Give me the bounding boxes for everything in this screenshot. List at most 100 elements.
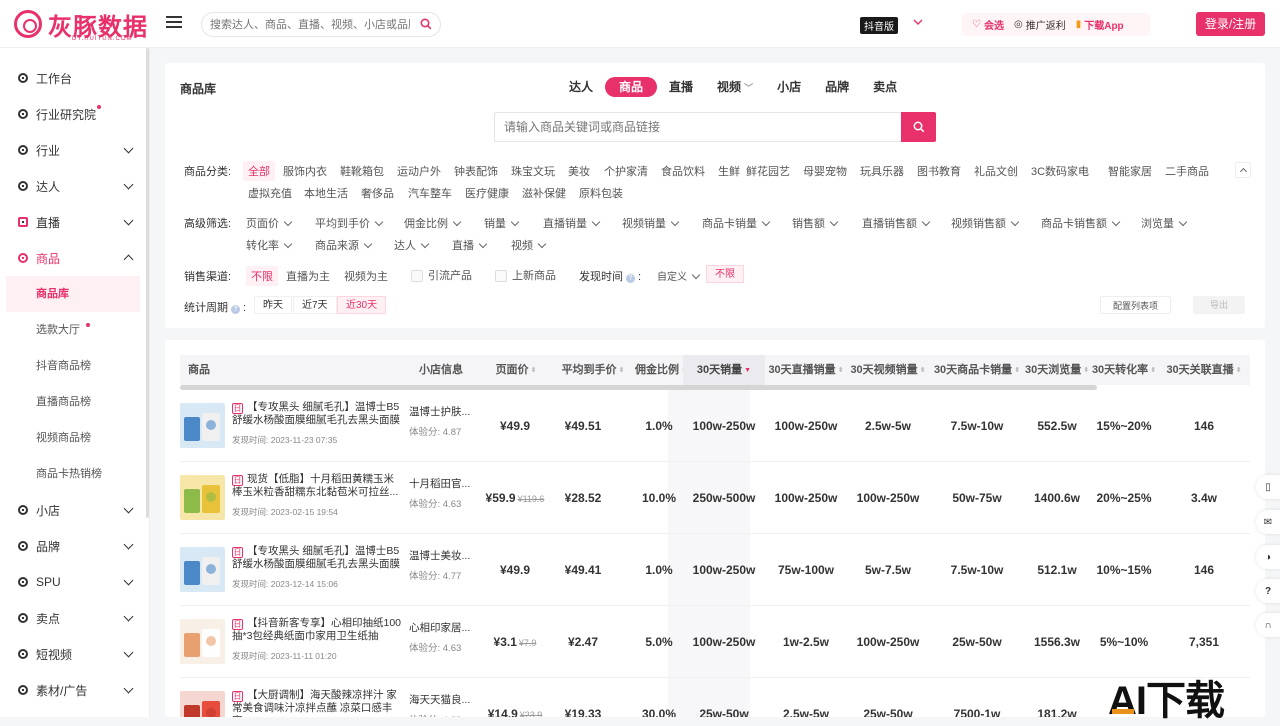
shop-name[interactable]: 海天天猫良... bbox=[409, 692, 475, 707]
category-chip[interactable]: 美妆 bbox=[568, 163, 590, 179]
category-chip[interactable]: 滋补保健 bbox=[522, 185, 566, 201]
category-chip[interactable]: 食品饮料 bbox=[661, 163, 705, 179]
sidebar-sub-douyin-rank[interactable]: 抖音商品榜 bbox=[0, 348, 150, 384]
period-yesterday[interactable]: 昨天 bbox=[254, 296, 292, 314]
category-chip[interactable]: 本地生活 bbox=[304, 185, 348, 201]
export-button[interactable]: 导出 bbox=[1193, 296, 1246, 314]
advanced-filter-dropdown[interactable]: 页面价 bbox=[246, 215, 291, 231]
sidebar-item-selling-point[interactable]: 卖点 bbox=[0, 600, 150, 636]
sidebar-item-research[interactable]: 行业研究院 bbox=[0, 96, 150, 132]
shop-name[interactable]: 心相印家居... bbox=[409, 620, 475, 635]
mail-icon[interactable]: ✉ bbox=[1256, 510, 1280, 534]
tab-video[interactable]: 视频 ﹀ bbox=[705, 77, 765, 97]
shop-name[interactable]: 温博士美妆... bbox=[409, 548, 475, 563]
category-chip[interactable]: 全部 bbox=[243, 161, 275, 181]
search-icon[interactable] bbox=[420, 18, 432, 33]
column-header[interactable]: 30天销量 ▼ bbox=[683, 355, 765, 385]
sidebar-item-industry[interactable]: 行业 bbox=[0, 132, 150, 168]
checkbox[interactable] bbox=[411, 270, 423, 283]
advanced-filter-dropdown[interactable]: 转化率 bbox=[246, 237, 291, 253]
check-traffic[interactable]: 引流产品 bbox=[411, 267, 472, 283]
sidebar-sub-video-rank[interactable]: 视频商品榜 bbox=[0, 420, 150, 456]
sidebar-item-spu[interactable]: SPU bbox=[0, 564, 150, 600]
category-chip[interactable]: 3C数码家电 bbox=[1031, 163, 1089, 179]
tab-live[interactable]: 直播 bbox=[657, 77, 705, 97]
tab-selling-point[interactable]: 卖点 bbox=[861, 77, 909, 97]
table-row[interactable]: 日【专攻黑头 细腻毛孔】温博士B5舒缓水杨酸面膜细腻毛孔去黑头面膜 发现时间: 2… bbox=[180, 390, 1250, 462]
chevron-down-icon[interactable] bbox=[913, 16, 923, 30]
checkbox[interactable] bbox=[495, 270, 507, 283]
advanced-filter-dropdown[interactable]: 销售额 bbox=[792, 215, 837, 231]
column-header[interactable]: 30天视频销量 ⬍ bbox=[847, 355, 929, 385]
category-chip[interactable]: 鲜花园艺 bbox=[746, 163, 790, 179]
category-chip[interactable]: 奢侈品 bbox=[361, 185, 394, 201]
product-name[interactable]: 日【专攻黑头 细腻毛孔】温博士B5舒缓水杨酸面膜细腻毛孔去黑头面膜 bbox=[232, 401, 402, 429]
advanced-filter-dropdown[interactable]: 直播 bbox=[452, 237, 486, 253]
tab-influencer[interactable]: 达人 bbox=[557, 77, 605, 97]
sort-icon[interactable]: ⬍ bbox=[838, 367, 844, 374]
product-name[interactable]: 日现货【低脂】十月稻田黄糯玉米棒玉米粒香甜糯东北黏苞米可拉丝... bbox=[232, 473, 402, 501]
product-image[interactable] bbox=[180, 691, 225, 717]
sidebar-item-influencer[interactable]: 达人 bbox=[0, 168, 150, 204]
sidebar-sub-live-rank[interactable]: 直播商品榜 bbox=[0, 384, 150, 420]
found-unlimited[interactable]: 不限 bbox=[706, 265, 744, 283]
advanced-filter-dropdown[interactable]: 平均到手价 bbox=[315, 215, 382, 231]
nav-download[interactable]: ▮ 下载App bbox=[1076, 17, 1124, 32]
category-chip[interactable]: 虚拟充值 bbox=[248, 185, 292, 201]
product-image[interactable] bbox=[180, 475, 225, 520]
platform-badge[interactable]: 抖音版 bbox=[860, 17, 898, 34]
category-chip[interactable]: 鞋靴箱包 bbox=[340, 163, 384, 179]
advanced-filter-dropdown[interactable]: 视频销量 bbox=[622, 215, 678, 231]
product-image[interactable] bbox=[180, 547, 225, 592]
sort-icon[interactable]: ⬍ bbox=[1150, 367, 1156, 374]
config-columns-button[interactable]: 配置列表项 bbox=[1100, 296, 1172, 314]
sidebar-item-live[interactable]: 直播 bbox=[0, 204, 150, 240]
found-custom-dropdown[interactable]: 自定义 bbox=[657, 268, 699, 283]
category-chip[interactable]: 个护家清 bbox=[604, 163, 648, 179]
sidebar-sub-card-rank[interactable]: 商品卡热销榜 bbox=[0, 456, 150, 492]
sidebar-item-workbench[interactable]: 工作台 bbox=[0, 60, 150, 96]
column-header[interactable]: 平均到手价 ⬍ bbox=[552, 355, 634, 385]
sort-icon[interactable]: ⬍ bbox=[1083, 367, 1089, 374]
help-icon[interactable]: ? bbox=[626, 274, 635, 283]
logo[interactable]: 灰豚数据 DY.HUITUN.COM bbox=[14, 10, 148, 42]
check-new[interactable]: 上新商品 bbox=[495, 267, 556, 283]
sidebar-item-shop[interactable]: 小店 bbox=[0, 492, 150, 528]
wechat-icon[interactable]: ◑ bbox=[1256, 545, 1280, 569]
category-chip[interactable]: 玩具乐器 bbox=[860, 163, 904, 179]
sidebar-item-product[interactable]: 商品 bbox=[0, 240, 150, 276]
sidebar-item-short-video[interactable]: 短视频 bbox=[0, 636, 150, 672]
product-name[interactable]: 日【专攻黑头 细腻毛孔】温博士B5舒缓水杨酸面膜细腻毛孔去黑头面膜 bbox=[232, 545, 402, 573]
product-image[interactable] bbox=[180, 619, 225, 664]
login-button[interactable]: 登录/注册 bbox=[1196, 12, 1265, 36]
category-chip[interactable]: 珠宝文玩 bbox=[511, 163, 555, 179]
phone-icon[interactable]: ▯ bbox=[1256, 475, 1280, 499]
help-icon[interactable]: ? bbox=[231, 305, 240, 314]
advanced-filter-dropdown[interactable]: 销量 bbox=[484, 215, 518, 231]
product-name[interactable]: 日【大厨调制】海天酸辣凉拌汁 家常美食调味汁凉拌点蘸 凉菜口感丰富 bbox=[232, 689, 402, 717]
advanced-filter-dropdown[interactable]: 商品来源 bbox=[315, 237, 371, 253]
search-button[interactable] bbox=[901, 112, 936, 142]
period-30d[interactable]: 近30天 bbox=[337, 296, 387, 314]
sort-icon[interactable]: ⬍ bbox=[1014, 367, 1020, 374]
table-row[interactable]: 日【抖音新客专享】心相印抽纸100抽*3包经典纸面巾家用卫生纸抽 发现时间: 20… bbox=[180, 606, 1250, 678]
column-header[interactable]: 30天转化率 ⬍ bbox=[1090, 355, 1158, 385]
sort-desc-icon[interactable]: ▼ bbox=[744, 367, 751, 374]
category-chip[interactable]: 礼品文创 bbox=[974, 163, 1018, 179]
channel-live[interactable]: 直播为主 bbox=[286, 268, 330, 284]
tab-shop[interactable]: 小店 bbox=[765, 77, 813, 97]
advanced-filter-dropdown[interactable]: 商品卡销量 bbox=[702, 215, 769, 231]
category-chip[interactable]: 钟表配饰 bbox=[454, 163, 498, 179]
column-header[interactable]: 佣金比例⬍ bbox=[635, 355, 687, 385]
nav-promo[interactable]: ◎ 推广返利 bbox=[1014, 17, 1066, 32]
table-row[interactable]: 日现货【低脂】十月稻田黄糯玉米棒玉米粒香甜糯东北黏苞米可拉丝... 发现时间: 2… bbox=[180, 462, 1250, 534]
shop-name[interactable]: 温博士护肤... bbox=[409, 404, 475, 419]
sort-icon[interactable]: ⬍ bbox=[531, 367, 537, 374]
advanced-filter-dropdown[interactable]: 直播销售额 bbox=[862, 215, 929, 231]
sidebar-item-materials[interactable]: 素材/广告 bbox=[0, 672, 150, 708]
column-header[interactable]: 30天商品卡销量 ⬍ bbox=[928, 355, 1026, 385]
sidebar-scrollbar[interactable] bbox=[146, 48, 149, 518]
column-header[interactable]: 30天直播销量 ⬍ bbox=[765, 355, 847, 385]
category-chip[interactable]: 医疗健康 bbox=[465, 185, 509, 201]
advanced-filter-dropdown[interactable]: 视频销售额 bbox=[951, 215, 1018, 231]
